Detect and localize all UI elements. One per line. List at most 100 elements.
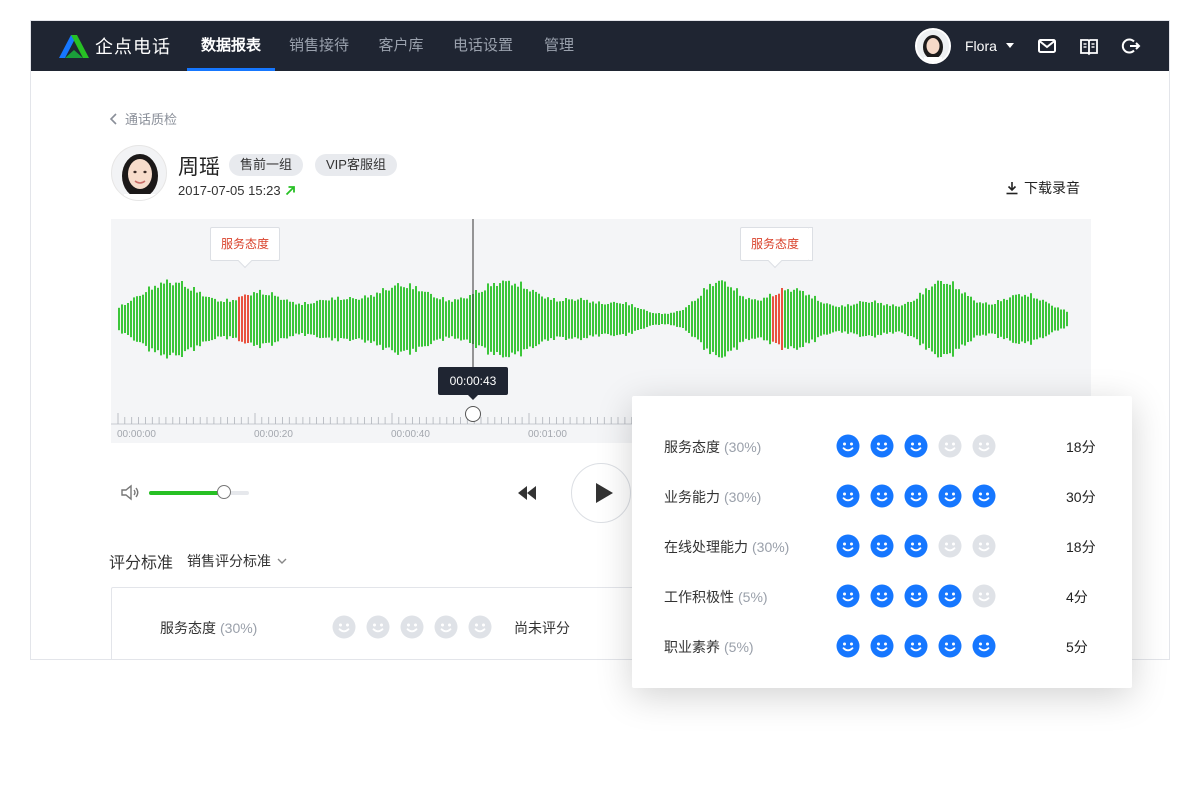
criterion-name: 工作积极性 — [664, 589, 734, 605]
criterion-weight: (5%) — [724, 639, 754, 655]
smiley-empty-icon[interactable] — [434, 615, 458, 639]
smiley-filled-icon[interactable] — [904, 484, 928, 508]
score-row: 职业素养 (5%) 5分 — [632, 631, 1132, 661]
play-icon — [596, 483, 613, 503]
smiley-filled-icon[interactable] — [904, 584, 928, 608]
criterion-weight: (30%) — [220, 620, 258, 636]
book-icon[interactable] — [1079, 36, 1099, 56]
criterion-weight: (5%) — [738, 589, 768, 605]
user-name[interactable]: Flora — [965, 21, 997, 71]
caller-name: 周瑶 — [178, 156, 220, 179]
smiley-filled-icon[interactable] — [938, 634, 962, 658]
smiley-empty-icon[interactable] — [332, 615, 356, 639]
smiley-filled-icon[interactable] — [870, 534, 894, 558]
volume-icon[interactable] — [120, 484, 140, 501]
tab-phone-settings[interactable]: 电话设置 — [445, 21, 521, 71]
smiley-empty-icon[interactable] — [938, 534, 962, 558]
caller-avatar — [111, 145, 167, 201]
scoring-standard-label: 评分标准 — [109, 555, 174, 572]
download-icon — [1006, 182, 1018, 195]
issue-marker[interactable]: 服务态度 — [210, 227, 281, 261]
logout-icon[interactable] — [1121, 36, 1141, 56]
volume-slider[interactable] — [149, 485, 249, 499]
rating-faces[interactable] — [836, 434, 1006, 458]
smiley-filled-icon[interactable] — [870, 584, 894, 608]
user-avatar[interactable] — [915, 28, 951, 64]
smiley-filled-icon[interactable] — [904, 534, 928, 558]
playhead-handle[interactable] — [465, 406, 481, 422]
tab-sales-reception[interactable]: 销售接待 — [281, 21, 357, 71]
tab-data-reports[interactable]: 数据报表 — [187, 21, 275, 71]
user-menu-caret-icon[interactable] — [1006, 43, 1014, 48]
criterion-name: 在线处理能力 — [664, 539, 748, 555]
rewind-icon[interactable] — [515, 485, 539, 501]
rating-faces[interactable] — [836, 534, 1006, 558]
back-link[interactable]: 通话质检 — [109, 109, 177, 128]
smiley-filled-icon[interactable] — [836, 534, 860, 558]
call-datetime: 2017-07-05 15:23 — [178, 183, 296, 198]
play-button[interactable] — [571, 463, 631, 523]
call-datetime-text: 2017-07-05 15:23 — [178, 183, 281, 198]
chevron-left-icon — [109, 112, 117, 125]
rating-faces[interactable] — [332, 615, 502, 639]
top-nav: 企点电话 数据报表 销售接待 客户库 电话设置 管理 Flora — [31, 21, 1169, 71]
issue-marker[interactable]: 服务态度 — [740, 227, 811, 261]
criterion-label: 业务能力 (30%) — [664, 487, 761, 507]
smiley-filled-icon[interactable] — [870, 634, 894, 658]
criterion-score: 18分 — [1066, 539, 1096, 555]
rating-status: 尚未评分 — [514, 620, 570, 636]
score-row: 服务态度 (30%) 18分 — [632, 431, 1132, 461]
rating-faces[interactable] — [836, 584, 1006, 608]
current-time-tooltip: 00:00:43 — [438, 367, 508, 400]
smiley-filled-icon[interactable] — [938, 584, 962, 608]
group-tag: 售前一组 — [229, 154, 304, 176]
download-label: 下载录音 — [1024, 180, 1080, 196]
criterion-label: 服务态度 (30%) — [160, 618, 257, 638]
smiley-empty-icon[interactable] — [972, 434, 996, 458]
volume-knob[interactable] — [217, 485, 231, 499]
criterion-name: 业务能力 — [664, 489, 720, 505]
brand[interactable]: 企点电话 — [57, 33, 171, 59]
smiley-empty-icon[interactable] — [972, 534, 996, 558]
score-row: 在线处理能力 (30%) 18分 — [632, 531, 1132, 561]
smiley-filled-icon[interactable] — [972, 484, 996, 508]
criterion-label: 职业素养 (5%) — [664, 637, 754, 657]
smiley-filled-icon[interactable] — [938, 484, 962, 508]
smiley-filled-icon[interactable] — [870, 434, 894, 458]
tab-customer-base[interactable]: 客户库 — [371, 21, 431, 71]
score-row: 工作积极性 (5%) 4分 — [632, 581, 1132, 611]
smiley-empty-icon[interactable] — [366, 615, 390, 639]
rating-faces[interactable] — [836, 484, 1006, 508]
smiley-filled-icon[interactable] — [904, 634, 928, 658]
criterion-score: 18分 — [1066, 439, 1096, 455]
arrow-up-right-icon[interactable] — [285, 185, 296, 196]
scoring-standard-select[interactable]: 销售评分标准 — [187, 551, 287, 571]
smiley-filled-icon[interactable] — [836, 584, 860, 608]
smiley-empty-icon[interactable] — [938, 434, 962, 458]
smiley-empty-icon[interactable] — [972, 584, 996, 608]
rating-faces[interactable] — [836, 634, 1006, 658]
smiley-filled-icon[interactable] — [904, 434, 928, 458]
criterion-name: 职业素养 — [664, 639, 720, 655]
smiley-filled-icon[interactable] — [836, 484, 860, 508]
score-row: 业务能力 (30%) 30分 — [632, 481, 1132, 511]
scoring-standard-value: 销售评分标准 — [187, 553, 271, 569]
criterion-label: 在线处理能力 (30%) — [664, 537, 789, 557]
criterion-label: 工作积极性 (5%) — [664, 587, 768, 607]
brand-logo-icon — [59, 35, 89, 58]
smiley-filled-icon[interactable] — [972, 634, 996, 658]
marker-stack-edge — [809, 227, 813, 261]
tab-management[interactable]: 管理 — [535, 21, 583, 71]
criterion-name: 服务态度 — [664, 439, 720, 455]
user-avatar-image — [917, 30, 949, 62]
smiley-filled-icon[interactable] — [836, 634, 860, 658]
brand-name: 企点电话 — [95, 37, 171, 57]
timeline-label: 00:00:00 — [117, 429, 156, 440]
mail-icon[interactable] — [1037, 36, 1057, 56]
group-tag: VIP客服组 — [315, 154, 397, 176]
smiley-filled-icon[interactable] — [836, 434, 860, 458]
smiley-filled-icon[interactable] — [870, 484, 894, 508]
smiley-empty-icon[interactable] — [468, 615, 492, 639]
smiley-empty-icon[interactable] — [400, 615, 424, 639]
download-recording-button[interactable]: 下载录音 — [1005, 178, 1080, 198]
